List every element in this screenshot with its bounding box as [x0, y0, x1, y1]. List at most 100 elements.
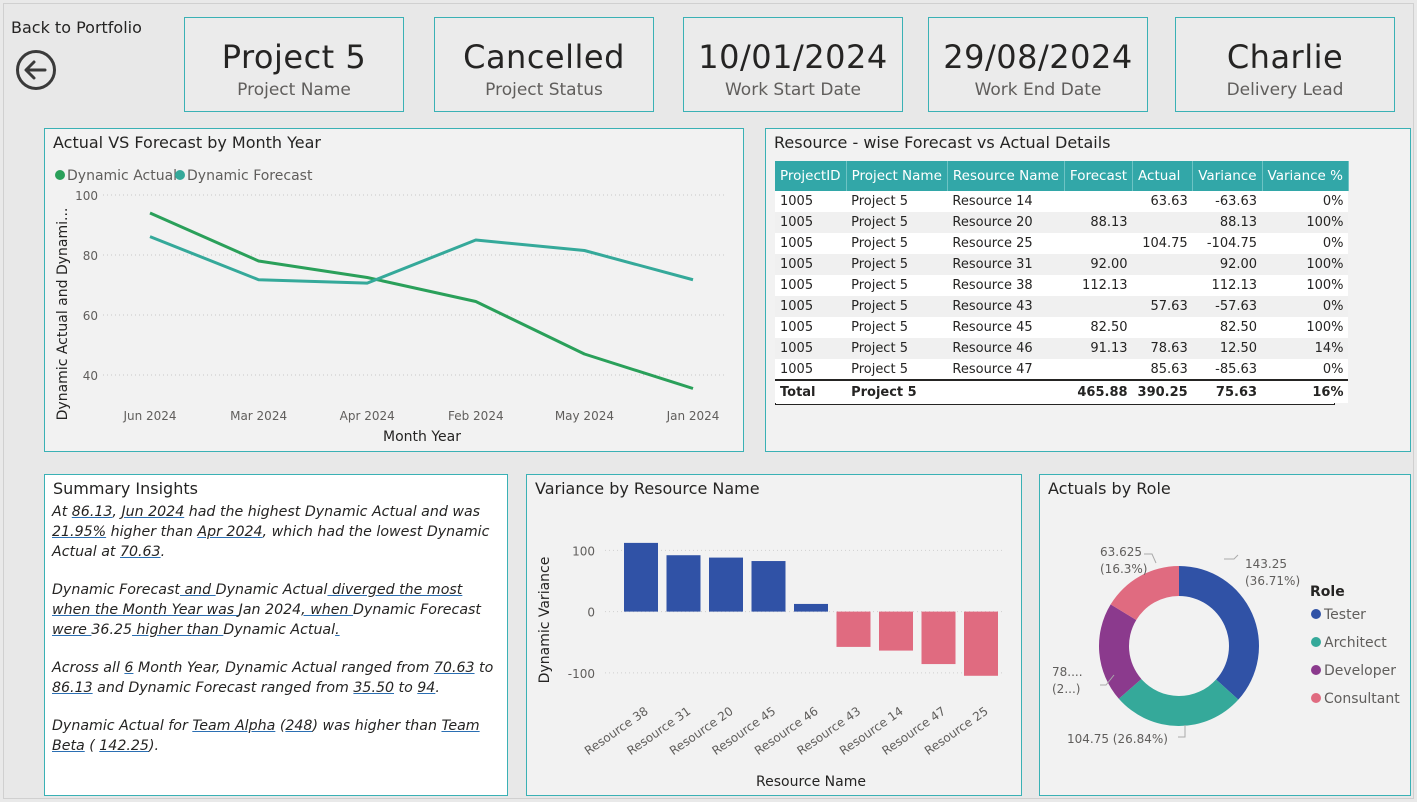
card-value: 10/01/2024	[698, 38, 888, 76]
insight-paragraph: Dynamic Forecast and Dynamic Actual dive…	[52, 580, 502, 640]
variance-bar-panel[interactable]: Variance by Resource Name Dynamic Varian…	[526, 474, 1022, 796]
donut-legend-label[interactable]: Tester	[1323, 607, 1366, 623]
table-cell: Resource 25	[947, 233, 1065, 254]
actuals-donut-chart[interactable]: Role TesterArchitectDeveloperConsultant …	[1040, 475, 1410, 795]
resource-table-panel[interactable]: Resource - wise Forecast vs Actual Detai…	[765, 128, 1411, 452]
col-header[interactable]: Project Name	[846, 161, 948, 191]
table-cell: Project 5	[846, 191, 948, 212]
insight-text: Across all	[52, 660, 125, 676]
table-cell: 104.75	[1132, 233, 1193, 254]
insight-text: Month Year, Dynamic Actual ranged from	[133, 660, 434, 676]
insight-highlight: 35.50	[353, 680, 395, 696]
insight-highlight: 86.13	[71, 504, 113, 520]
col-header[interactable]: Resource Name	[947, 161, 1065, 191]
donut-legend-label[interactable]: Architect	[1324, 635, 1387, 651]
insight-highlight: were	[52, 622, 92, 638]
table-row[interactable]: 1005 Project 5 Resource 31 92.00 92.00 100%	[775, 254, 1349, 275]
table-cell: 88.13	[1192, 212, 1263, 233]
table-cell: Resource 14	[947, 191, 1065, 212]
summary-insights-panel: Summary Insights At 86.13, Jun 2024 had …	[44, 474, 508, 796]
col-header[interactable]: Variance %	[1262, 161, 1349, 191]
insight-text: to	[394, 680, 418, 696]
insight-text: ) was higher than	[312, 718, 442, 734]
insight-text: Dynamic Actual	[223, 622, 336, 638]
insight-text: had the highest Dynamic Actual and was	[184, 504, 481, 520]
donut-data-label: 104.75 (26.84%)	[1067, 732, 1168, 746]
variance-bar[interactable]	[666, 555, 701, 612]
table-cell: Project 5	[846, 338, 948, 359]
col-header[interactable]: Forecast	[1064, 161, 1134, 191]
donut-slice-architect[interactable]	[1118, 678, 1239, 726]
table-cell	[1132, 317, 1193, 338]
table-cell: Resource 45	[947, 317, 1065, 338]
variance-bar[interactable]	[794, 603, 828, 612]
card-project-name: Project 5 Project Name	[184, 17, 404, 112]
table-cell	[1132, 254, 1193, 275]
variance-bar[interactable]	[751, 561, 786, 612]
table-cell: 85.63	[1132, 359, 1193, 380]
table-cell: 0%	[1262, 233, 1349, 254]
line-x-axis-label: Month Year	[383, 429, 461, 445]
total-cell: 390.25	[1132, 379, 1193, 403]
line-chart[interactable]: Dynamic Actual Dynamic Forecast Dynamic …	[45, 129, 743, 451]
donut-legend-dot	[1311, 609, 1321, 619]
table-cell: Project 5	[846, 212, 948, 233]
donut-legend-label[interactable]: Consultant	[1324, 691, 1400, 707]
insight-text: (	[84, 738, 100, 754]
table-row[interactable]: 1005 Project 5 Resource 20 88.13 88.13 100%	[775, 212, 1349, 233]
line-chart-panel[interactable]: Actual VS Forecast by Month Year Dynamic…	[44, 128, 744, 452]
variance-bar[interactable]	[921, 611, 956, 665]
insight-text: to	[474, 660, 494, 676]
donut-legend-label[interactable]: Developer	[1324, 663, 1396, 679]
donut-leader-line	[1178, 725, 1186, 738]
table-cell: 100%	[1262, 254, 1349, 275]
table-row[interactable]: 1005 Project 5 Resource 47 85.63 -85.63 0%	[775, 359, 1349, 380]
insight-text: Dynamic Actual	[215, 582, 328, 598]
insight-text: At	[52, 504, 72, 520]
insights-text: At 86.13, Jun 2024 had the highest Dynam…	[52, 502, 502, 774]
variance-bar[interactable]	[709, 557, 743, 612]
donut-data-label: 78.... (2...)	[1052, 665, 1083, 696]
arrow-left-circle-icon[interactable]	[15, 49, 57, 91]
line-x-tick: Jan 2024	[666, 409, 720, 423]
variance-bar-chart[interactable]: Dynamic Variance Resource Name 1000-100 …	[527, 475, 1021, 795]
bar-y-tick: 100	[572, 544, 595, 558]
line-series-forecast[interactable]	[149, 235, 694, 285]
table-cell: Resource 31	[947, 254, 1065, 275]
table-row[interactable]: 1005 Project 5 Resource 45 82.50 82.50 100%	[775, 317, 1349, 338]
col-header[interactable]: ProjectID	[775, 161, 847, 191]
table-cell	[1064, 296, 1133, 317]
variance-bar[interactable]	[836, 611, 871, 647]
insight-text: .	[435, 680, 440, 696]
insights-title: Summary Insights	[53, 479, 198, 498]
col-header[interactable]: Variance	[1192, 161, 1263, 191]
table-cell: Project 5	[846, 296, 948, 317]
table-row[interactable]: 1005 Project 5 Resource 43 57.63 -57.63 0%	[775, 296, 1349, 317]
insight-highlight: 142.25	[99, 738, 149, 754]
line-series-actual[interactable]	[149, 211, 694, 390]
table-cell: 100%	[1262, 317, 1349, 338]
col-header[interactable]: Actual	[1132, 161, 1194, 191]
table-row[interactable]: 1005 Project 5 Resource 46 91.13 78.63 12.50 1…	[775, 338, 1349, 359]
table-row[interactable]: 1005 Project 5 Resource 14 63.63 -63.63 0%	[775, 191, 1349, 212]
back-to-portfolio-link[interactable]: Back to Portfolio	[11, 18, 142, 37]
table-cell	[1132, 212, 1193, 233]
actuals-by-role-panel[interactable]: Actuals by Role Role Tester Architect Deve…	[1039, 474, 1411, 796]
table-cell: 1005	[775, 275, 847, 296]
table-cell: 1005	[775, 296, 847, 317]
variance-bar[interactable]	[879, 611, 913, 651]
insight-paragraph: Across all 6 Month Year, Dynamic Actual …	[52, 658, 502, 698]
legend-dot-forecast	[175, 170, 185, 180]
table-cell: -57.63	[1192, 296, 1263, 317]
variance-bar[interactable]	[624, 542, 658, 612]
table-cell	[1132, 275, 1193, 296]
resource-table[interactable]: ProjectID Project Name Resource Name For…	[775, 161, 1349, 403]
card-value: 29/08/2024	[943, 38, 1133, 76]
variance-bar[interactable]	[964, 611, 998, 676]
table-row[interactable]: 1005 Project 5 Resource 38 112.13 112.13 100%	[775, 275, 1349, 296]
table-cell: Project 5	[846, 275, 948, 296]
card-value: Project 5	[221, 38, 367, 76]
card-delivery-lead: Charlie Delivery Lead	[1175, 17, 1395, 112]
table-row[interactable]: 1005 Project 5 Resource 25 104.75 -104.75 0%	[775, 233, 1349, 254]
card-value: Charlie	[1226, 38, 1344, 76]
